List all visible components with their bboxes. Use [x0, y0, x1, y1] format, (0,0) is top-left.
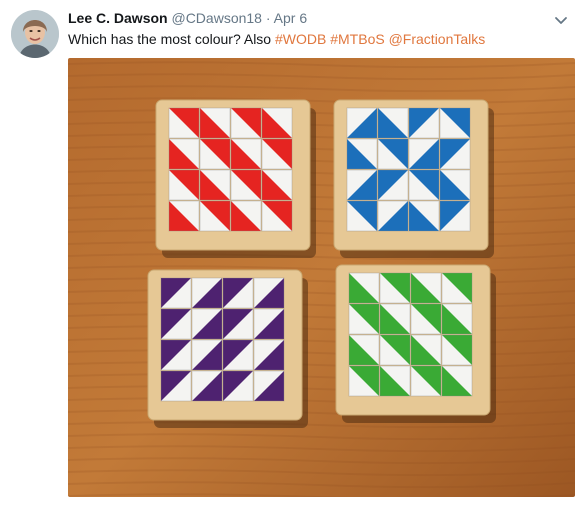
tweet-date[interactable]: Apr 6 — [274, 10, 307, 26]
red-board — [155, 99, 316, 258]
chevron-down-icon[interactable] — [553, 12, 569, 28]
avatar-image — [11, 10, 59, 58]
hashtag-mtbos[interactable]: #MTBoS — [330, 31, 384, 47]
tweet-photo[interactable] — [68, 58, 575, 497]
avatar[interactable] — [11, 10, 59, 58]
blue-board — [333, 99, 494, 258]
purple-board — [147, 269, 308, 428]
separator-dot: · — [265, 10, 271, 26]
author-handle[interactable]: @CDawson18 — [171, 10, 261, 26]
author-name[interactable]: Lee C. Dawson — [68, 10, 168, 26]
hashtag-wodb[interactable]: #WODB — [275, 31, 326, 47]
tweet-body: Which has the most colour? Also — [68, 31, 275, 47]
tweet-header: Lee C. Dawson @CDawson18 · Apr 6 — [68, 9, 307, 28]
tweet-text: Which has the most colour? Also #WODB #M… — [68, 30, 485, 49]
green-board — [335, 264, 496, 423]
mention-fractiontalks[interactable]: @FractionTalks — [389, 31, 486, 47]
photo-canvas — [68, 58, 575, 497]
